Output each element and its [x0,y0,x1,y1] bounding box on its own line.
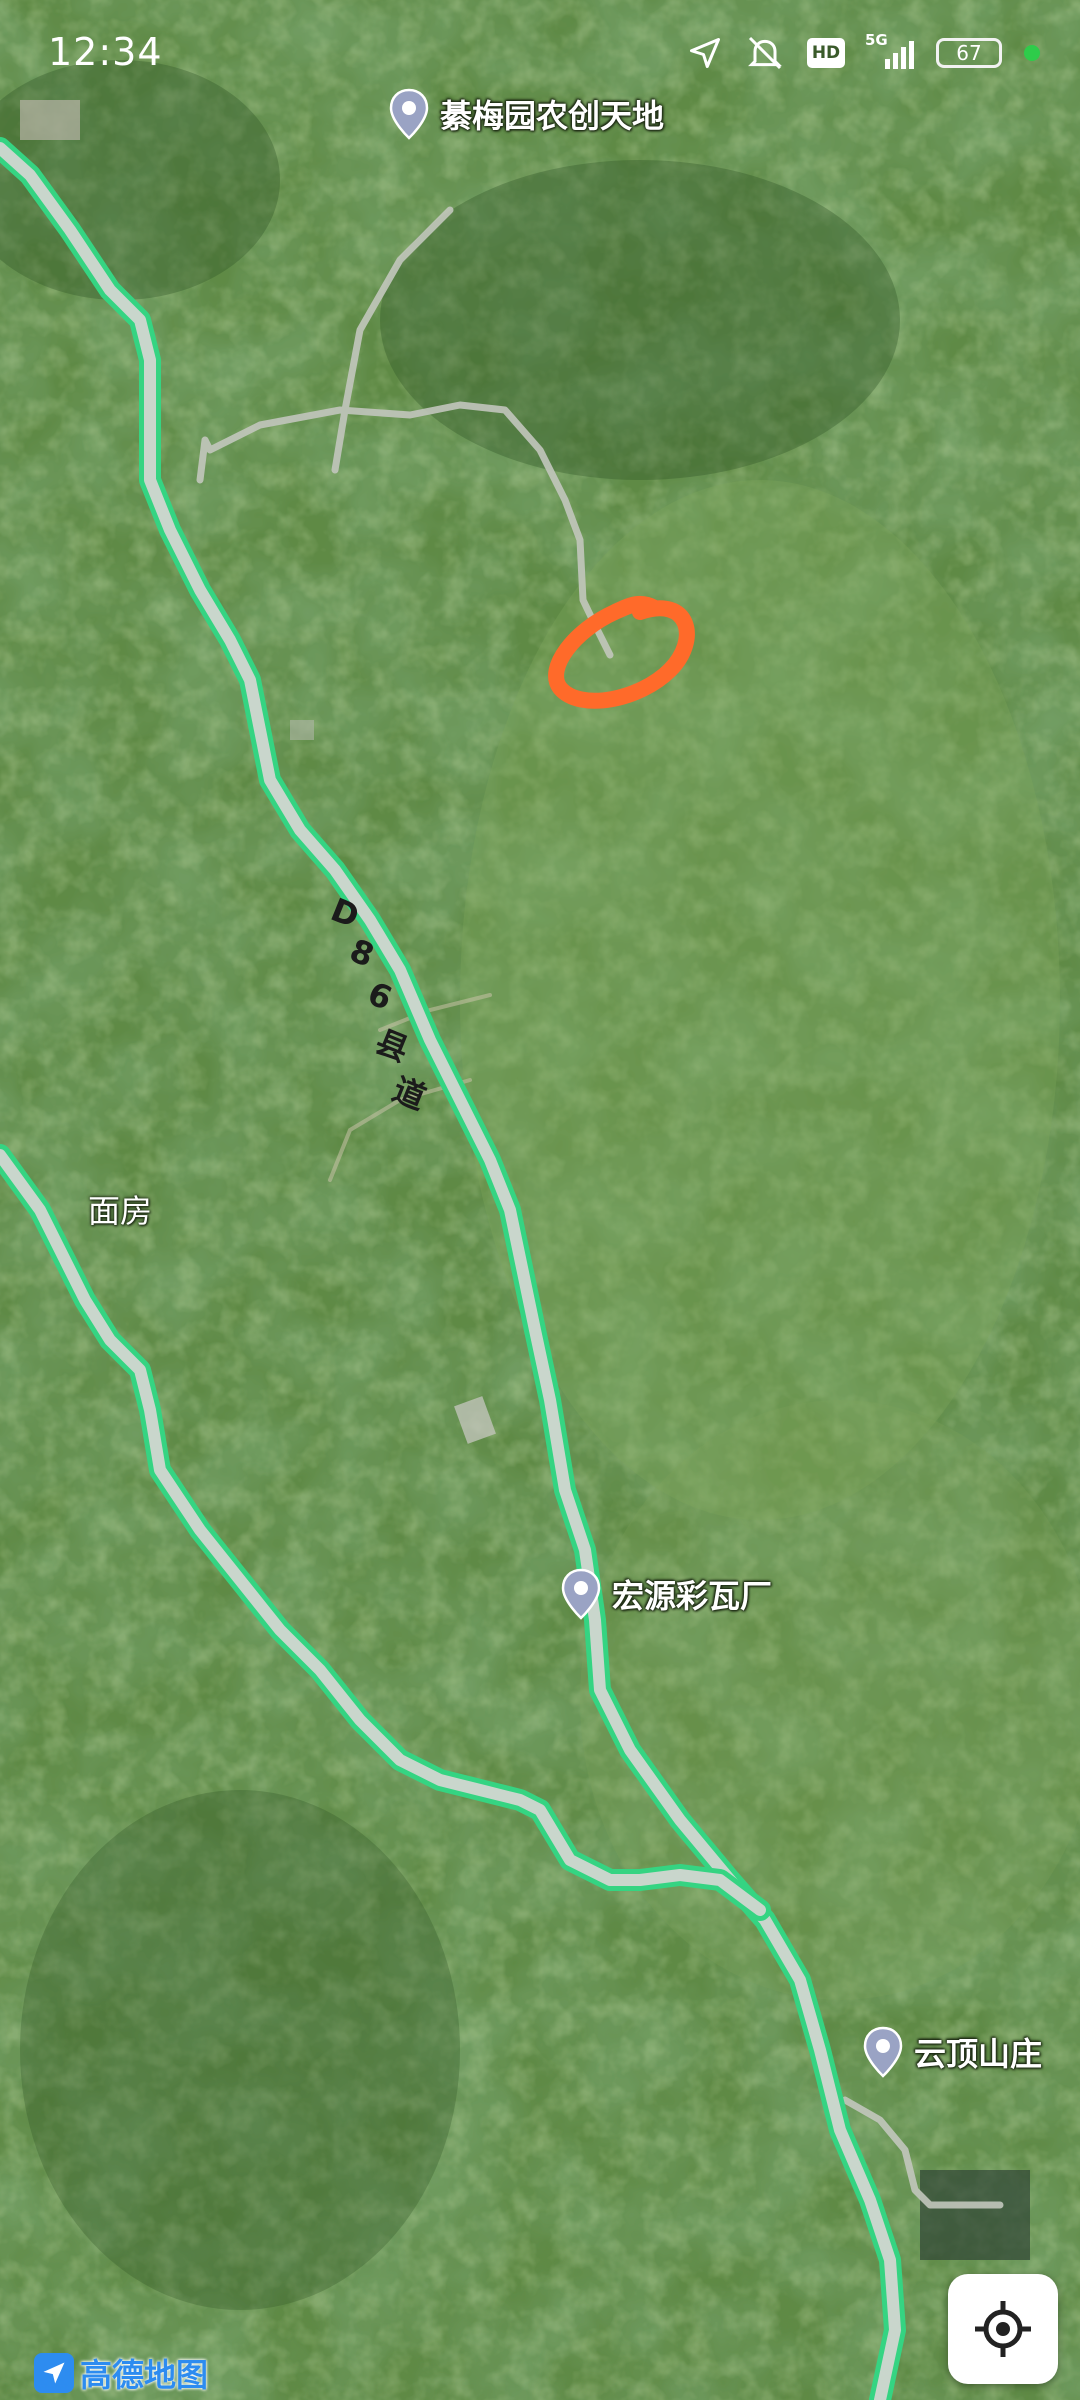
grass-patch [580,1400,1080,2000]
poi-marker[interactable]: 云顶山庄 [862,2026,1042,2078]
silent-bell-icon [748,36,782,70]
map-pin-icon [561,1568,601,1620]
locate-crosshair-icon [975,2301,1031,2357]
battery-level: 67 [956,41,982,65]
poi-marker[interactable]: 宏源彩瓦厂 [560,1568,772,1620]
map-pin-icon [863,2026,903,2078]
hd-icon: HD [807,38,845,68]
logo-text: 高德地图 [80,2356,209,2394]
area-label: 面房 [88,1192,153,1230]
locate-button[interactable] [948,2274,1058,2384]
indicator-dot [1024,45,1040,61]
forest-patch [380,160,900,480]
forest-patch [20,1790,460,2310]
navigation-arrow-icon [34,2353,74,2393]
app-logo: 高德地图 [34,2350,208,2396]
poi-label: 云顶山庄 [914,2035,1043,2073]
location-arrow-icon [690,38,720,68]
poi-label: 宏源彩瓦厂 [612,1577,773,1615]
network-type: 5G [865,31,888,49]
building [290,720,314,740]
building [920,2170,1030,2260]
status-icons: HD 5G 67 [687,30,1040,76]
poi-label: 綦梅园农创天地 [440,97,665,135]
map-pin-icon [389,88,429,140]
signal-icon: 5G [865,31,914,69]
status-time: 12:34 [48,30,163,74]
battery-icon: 67 [936,38,1002,68]
poi-marker[interactable]: 綦梅园农创天地 [388,88,664,140]
